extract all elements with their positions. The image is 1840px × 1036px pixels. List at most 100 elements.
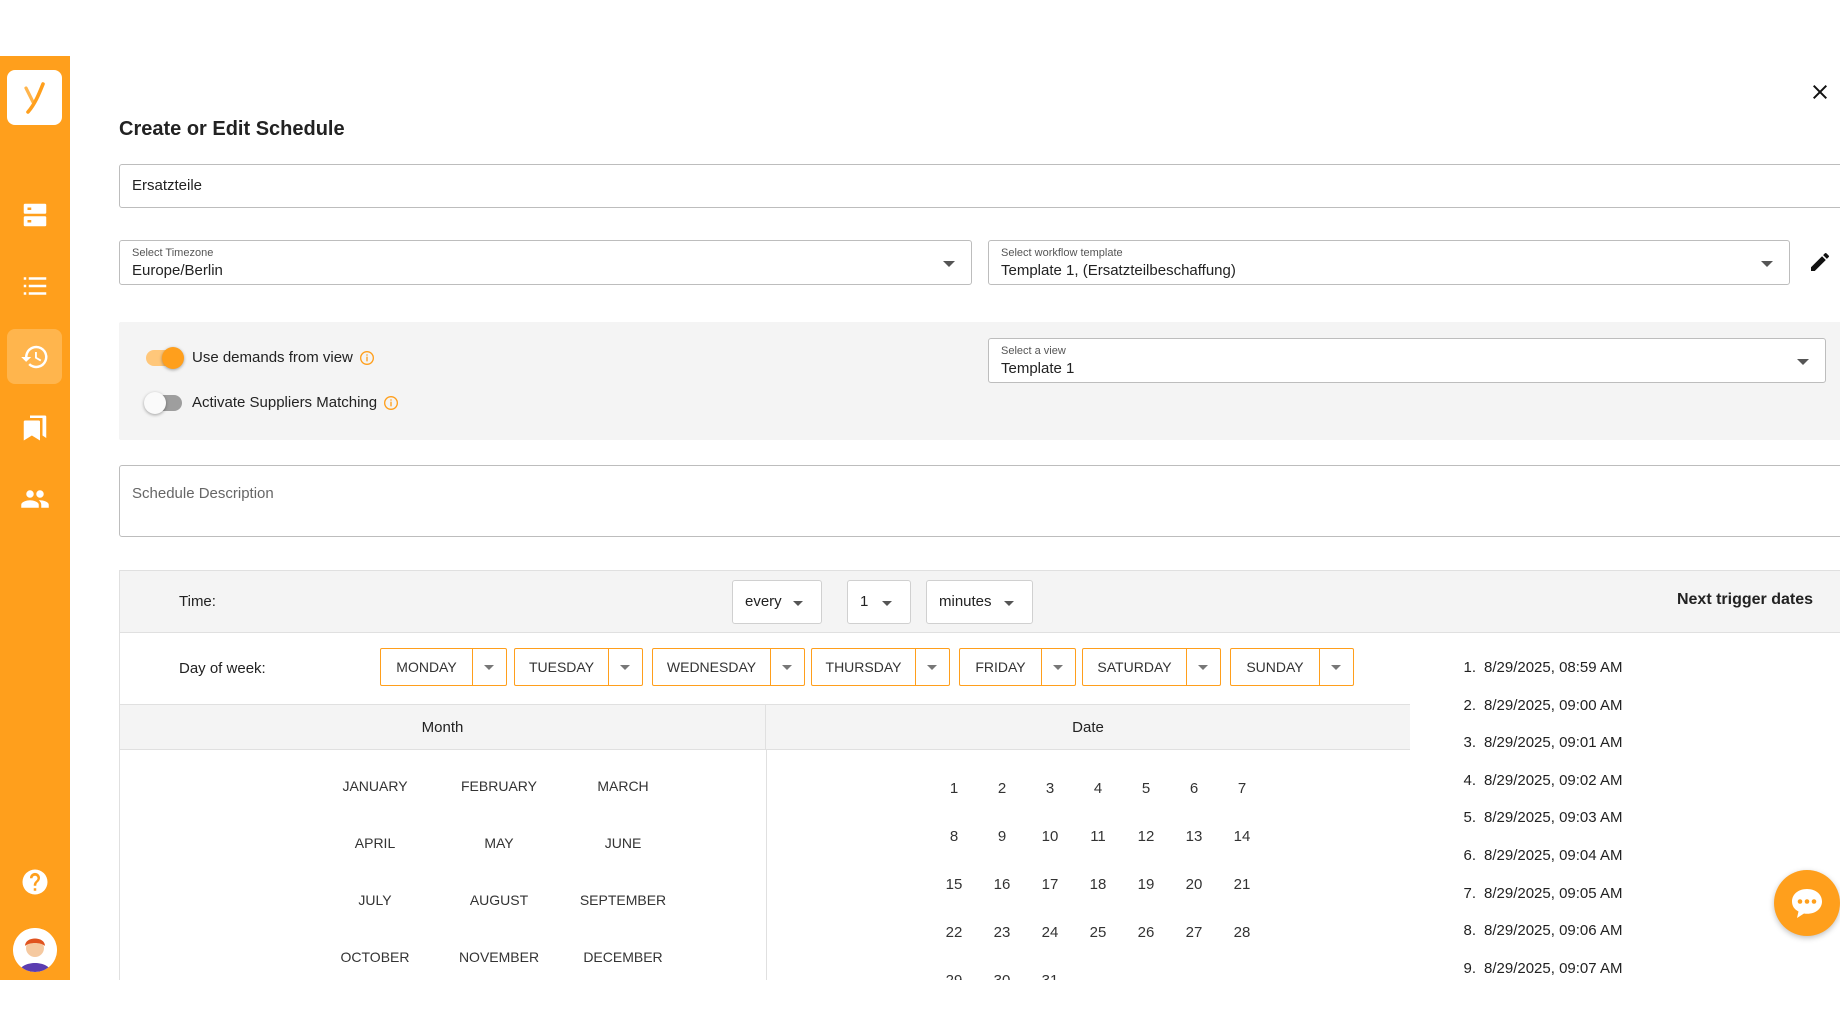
sidebar-item-help[interactable] (7, 854, 62, 909)
trigger-date-item: 5. 8/29/2025, 09:03 AM (1452, 809, 1622, 826)
date-option[interactable]: 17 (1030, 876, 1070, 893)
day-button-label: TUESDAY (515, 649, 609, 685)
date-option[interactable]: 22 (934, 924, 974, 941)
month-option-november[interactable]: NOVEMBER (434, 949, 564, 965)
date-option[interactable]: 24 (1030, 924, 1070, 941)
close-button[interactable] (1808, 80, 1832, 104)
date-option[interactable]: 18 (1078, 876, 1118, 893)
month-option-april[interactable]: APRIL (310, 835, 440, 851)
list-icon (23, 276, 46, 295)
schedule-description-field[interactable]: Schedule Description (119, 465, 1840, 537)
date-option[interactable]: 20 (1174, 876, 1214, 893)
date-option[interactable]: 9 (982, 828, 1022, 845)
view-select-value: Template 1 (1001, 360, 1075, 377)
day-button-sunday[interactable]: SUNDAY (1230, 648, 1354, 686)
time-mode-select[interactable]: every (732, 580, 822, 624)
date-option[interactable]: 2 (982, 780, 1022, 797)
avatar[interactable] (13, 928, 57, 972)
sidebar-item-schedules[interactable] (7, 329, 62, 384)
month-option-january[interactable]: JANUARY (310, 778, 440, 794)
date-option[interactable]: 7 (1222, 780, 1262, 797)
chat-button[interactable] (1774, 870, 1840, 936)
suppliers-matching-toggle[interactable] (144, 391, 182, 414)
date-option[interactable]: 31 (1030, 972, 1070, 980)
date-option[interactable]: 26 (1126, 924, 1166, 941)
trigger-date-item: 8. 8/29/2025, 09:06 AM (1452, 922, 1622, 939)
day-button-thursday[interactable]: THURSDAY (811, 648, 950, 686)
date-option[interactable]: 30 (982, 972, 1022, 980)
schedule-name-field[interactable]: Ersatzteile (119, 164, 1840, 208)
month-option-december[interactable]: DECEMBER (558, 949, 688, 965)
use-demands-toggle[interactable] (146, 346, 184, 369)
month-option-september[interactable]: SEPTEMBER (558, 892, 688, 908)
day-dropdown-toggle[interactable] (473, 649, 506, 685)
trigger-date-item: 4. 8/29/2025, 09:02 AM (1452, 772, 1622, 789)
date-option[interactable]: 1 (934, 780, 974, 797)
day-dropdown-toggle[interactable] (1320, 649, 1353, 685)
date-option[interactable]: 14 (1222, 828, 1262, 845)
date-option[interactable]: 25 (1078, 924, 1118, 941)
time-unit-select[interactable]: minutes (926, 580, 1033, 624)
trigger-date-number: 1. (1463, 659, 1476, 676)
date-option[interactable]: 5 (1126, 780, 1166, 797)
date-option[interactable]: 19 (1126, 876, 1166, 893)
chevron-down-icon (1797, 359, 1809, 365)
app-logo[interactable] (7, 70, 62, 125)
day-dropdown-toggle[interactable] (771, 649, 804, 685)
day-dropdown-toggle[interactable] (916, 649, 949, 685)
day-button-wednesday[interactable]: WEDNESDAY (652, 648, 805, 686)
info-icon[interactable] (383, 395, 399, 411)
month-option-october[interactable]: OCTOBER (310, 949, 440, 965)
trigger-date-value: 8/29/2025, 09:01 AM (1484, 734, 1623, 752)
trigger-date-number: 6. (1463, 847, 1476, 864)
day-button-friday[interactable]: FRIDAY (959, 648, 1076, 686)
day-dropdown-toggle[interactable] (1042, 649, 1075, 685)
month-option-june[interactable]: JUNE (558, 835, 688, 851)
people-icon (20, 489, 49, 508)
date-option[interactable]: 29 (934, 972, 974, 980)
sidebar-item-data[interactable] (7, 187, 62, 242)
day-button-tuesday[interactable]: TUESDAY (514, 648, 643, 686)
date-option[interactable]: 4 (1078, 780, 1118, 797)
time-interval-select[interactable]: 1 (847, 580, 911, 624)
info-icon[interactable] (359, 350, 375, 366)
date-option[interactable]: 16 (982, 876, 1022, 893)
month-option-march[interactable]: MARCH (558, 778, 688, 794)
sidebar-item-bookmarks[interactable] (7, 400, 62, 455)
day-button-saturday[interactable]: SATURDAY (1082, 648, 1221, 686)
date-option[interactable]: 23 (982, 924, 1022, 941)
day-button-label: FRIDAY (960, 649, 1042, 685)
time-mode-value: every (745, 593, 782, 610)
day-dropdown-toggle[interactable] (1187, 649, 1220, 685)
sidebar-item-users[interactable] (7, 471, 62, 526)
date-option[interactable]: 27 (1174, 924, 1214, 941)
date-option[interactable]: 10 (1030, 828, 1070, 845)
trigger-date-value: 8/29/2025, 09:00 AM (1484, 696, 1623, 714)
month-option-february[interactable]: FEBRUARY (434, 778, 564, 794)
day-button-monday[interactable]: MONDAY (380, 648, 507, 686)
date-option[interactable]: 15 (934, 876, 974, 893)
sidebar-item-list[interactable] (7, 258, 62, 313)
month-header-label: Month (421, 719, 464, 736)
date-option[interactable]: 6 (1174, 780, 1214, 797)
trigger-date-number: 9. (1463, 959, 1476, 977)
timezone-value: Europe/Berlin (132, 262, 223, 279)
date-option[interactable]: 12 (1126, 828, 1166, 845)
edit-template-button[interactable] (1808, 250, 1832, 274)
date-option[interactable]: 28 (1222, 924, 1262, 941)
day-dropdown-toggle[interactable] (609, 649, 642, 685)
month-option-july[interactable]: JULY (310, 892, 440, 908)
date-option[interactable]: 8 (934, 828, 974, 845)
view-select[interactable]: Select a view Template 1 (988, 338, 1826, 383)
timezone-label: Select Timezone (132, 247, 214, 259)
column-divider (766, 750, 767, 980)
date-header: Date (766, 705, 1410, 750)
month-option-may[interactable]: MAY (434, 835, 564, 851)
timezone-select[interactable]: Select Timezone Europe/Berlin (119, 240, 972, 285)
date-option[interactable]: 11 (1078, 828, 1118, 845)
month-option-august[interactable]: AUGUST (434, 892, 564, 908)
date-option[interactable]: 3 (1030, 780, 1070, 797)
workflow-template-select[interactable]: Select workflow template Template 1, (Er… (988, 240, 1790, 285)
date-option[interactable]: 13 (1174, 828, 1214, 845)
date-option[interactable]: 21 (1222, 876, 1262, 893)
